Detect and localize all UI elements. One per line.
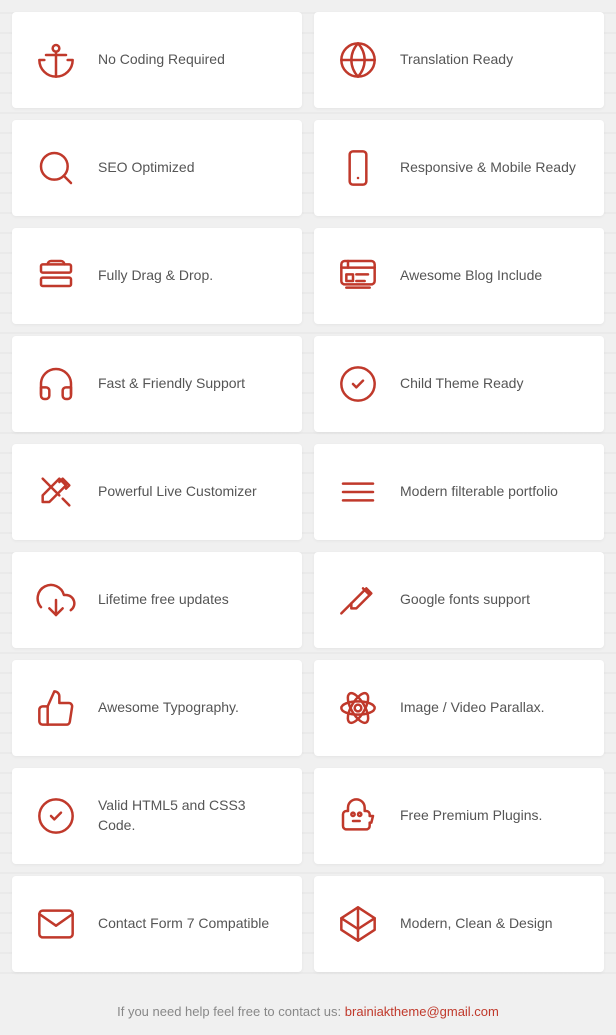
feature-label: Modern, Clean & Design xyxy=(400,914,553,934)
footer-email[interactable]: brainiaktheme@gmail.com xyxy=(345,1004,499,1019)
checkmark-circle-icon xyxy=(332,358,384,410)
diamond-icon xyxy=(332,898,384,950)
feature-label: Translation Ready xyxy=(400,50,513,70)
feature-label: Valid HTML5 and CSS3 Code. xyxy=(98,796,284,835)
feature-html5: Valid HTML5 and CSS3 Code. xyxy=(12,768,302,864)
feature-label: Child Theme Ready xyxy=(400,374,523,394)
feature-label: Responsive & Mobile Ready xyxy=(400,158,576,178)
footer-text: If you need help feel free to contact us… xyxy=(117,1004,341,1019)
envelope-icon xyxy=(30,898,82,950)
thumbs-up-icon xyxy=(30,682,82,734)
feature-plugins: Free Premium Plugins. xyxy=(314,768,604,864)
feature-seo: SEO Optimized xyxy=(12,120,302,216)
pencil-icon xyxy=(332,574,384,626)
feature-typography: Awesome Typography. xyxy=(12,660,302,756)
feature-customizer: Powerful Live Customizer xyxy=(12,444,302,540)
features-grid: No Coding Required Translation Ready SEO… xyxy=(0,0,616,984)
feature-label: Image / Video Parallax. xyxy=(400,698,545,718)
feature-label: No Coding Required xyxy=(98,50,225,70)
cloud-download-icon xyxy=(30,574,82,626)
feature-drag-drop: Fully Drag & Drop. xyxy=(12,228,302,324)
piggy-bank-icon xyxy=(332,790,384,842)
feature-parallax: Image / Video Parallax. xyxy=(314,660,604,756)
feature-translation: Translation Ready xyxy=(314,12,604,108)
feature-contact-form: Contact Form 7 Compatible xyxy=(12,876,302,972)
feature-fonts: Google fonts support xyxy=(314,552,604,648)
mobile-icon xyxy=(332,142,384,194)
blog-icon xyxy=(332,250,384,302)
feature-label: SEO Optimized xyxy=(98,158,194,178)
footer: If you need help feel free to contact us… xyxy=(0,984,616,1035)
feature-label: Modern filterable portfolio xyxy=(400,482,558,502)
layers-icon xyxy=(30,250,82,302)
feature-label: Fast & Friendly Support xyxy=(98,374,245,394)
feature-support: Fast & Friendly Support xyxy=(12,336,302,432)
feature-portfolio: Modern filterable portfolio xyxy=(314,444,604,540)
menu-lines-icon xyxy=(332,466,384,518)
feature-responsive: Responsive & Mobile Ready xyxy=(314,120,604,216)
feature-label: Contact Form 7 Compatible xyxy=(98,914,269,934)
feature-updates: Lifetime free updates xyxy=(12,552,302,648)
feature-label: Fully Drag & Drop. xyxy=(98,266,213,286)
circle-check-icon xyxy=(30,790,82,842)
search-icon xyxy=(30,142,82,194)
feature-child-theme: Child Theme Ready xyxy=(314,336,604,432)
feature-design: Modern, Clean & Design xyxy=(314,876,604,972)
tools-icon xyxy=(30,466,82,518)
atom-icon xyxy=(332,682,384,734)
feature-label: Powerful Live Customizer xyxy=(98,482,257,502)
feature-label: Lifetime free updates xyxy=(98,590,229,610)
globe-icon xyxy=(332,34,384,86)
feature-label: Google fonts support xyxy=(400,590,530,610)
feature-label: Free Premium Plugins. xyxy=(400,806,542,826)
feature-label: Awesome Blog Include xyxy=(400,266,542,286)
feature-blog: Awesome Blog Include xyxy=(314,228,604,324)
headphones-icon xyxy=(30,358,82,410)
anchor-icon xyxy=(30,34,82,86)
feature-no-coding: No Coding Required xyxy=(12,12,302,108)
feature-label: Awesome Typography. xyxy=(98,698,239,718)
